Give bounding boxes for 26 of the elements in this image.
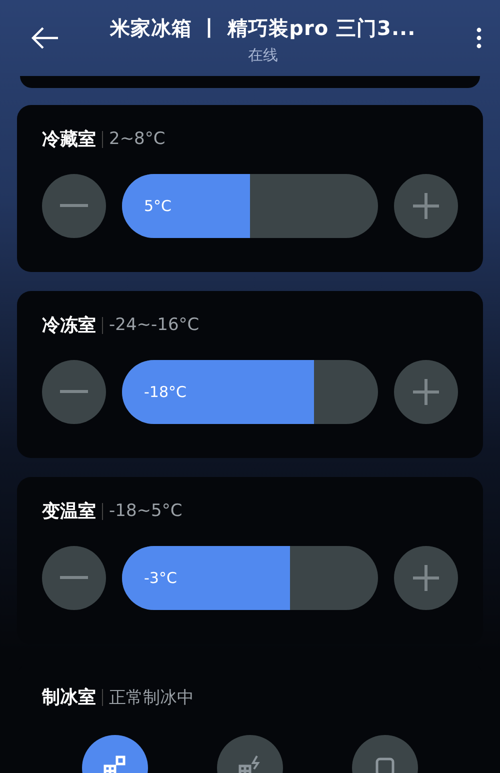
temperature-range: 2~8°C xyxy=(109,129,166,149)
temperature-slider[interactable]: -3°C xyxy=(122,546,378,610)
ice-lightning-icon xyxy=(238,755,262,773)
plus-icon xyxy=(413,379,439,405)
compartment-name: 变温室 xyxy=(42,500,96,523)
minus-icon xyxy=(60,204,88,208)
temperature-range: -24~-16°C xyxy=(109,315,200,335)
minus-icon xyxy=(60,576,88,580)
temperature-range: -18~5°C xyxy=(109,501,182,521)
online-status: 在线 xyxy=(248,46,278,65)
ice-cubes-icon xyxy=(103,755,127,773)
temperature-slider[interactable]: -18°C xyxy=(122,360,378,424)
temperature-value: -18°C xyxy=(143,383,186,401)
ice-maker-status: 正常制冰中 xyxy=(109,686,194,708)
temperature-value: 5°C xyxy=(143,197,172,215)
compartment-name: 制冰室 xyxy=(42,686,96,709)
device-title: 米家冰箱 丨 精巧装pro 三门3... xyxy=(110,15,416,42)
more-menu-icon[interactable] xyxy=(476,27,482,49)
temperature-slider[interactable]: 5°C xyxy=(122,174,378,238)
plus-icon xyxy=(413,193,439,219)
compartment-name: 冷冻室 xyxy=(42,314,96,337)
plus-icon xyxy=(413,565,439,591)
minus-icon xyxy=(60,390,88,394)
compartment-name: 冷藏室 xyxy=(42,128,96,151)
temperature-value: -3°C xyxy=(143,569,177,587)
back-arrow-icon[interactable] xyxy=(30,26,60,50)
